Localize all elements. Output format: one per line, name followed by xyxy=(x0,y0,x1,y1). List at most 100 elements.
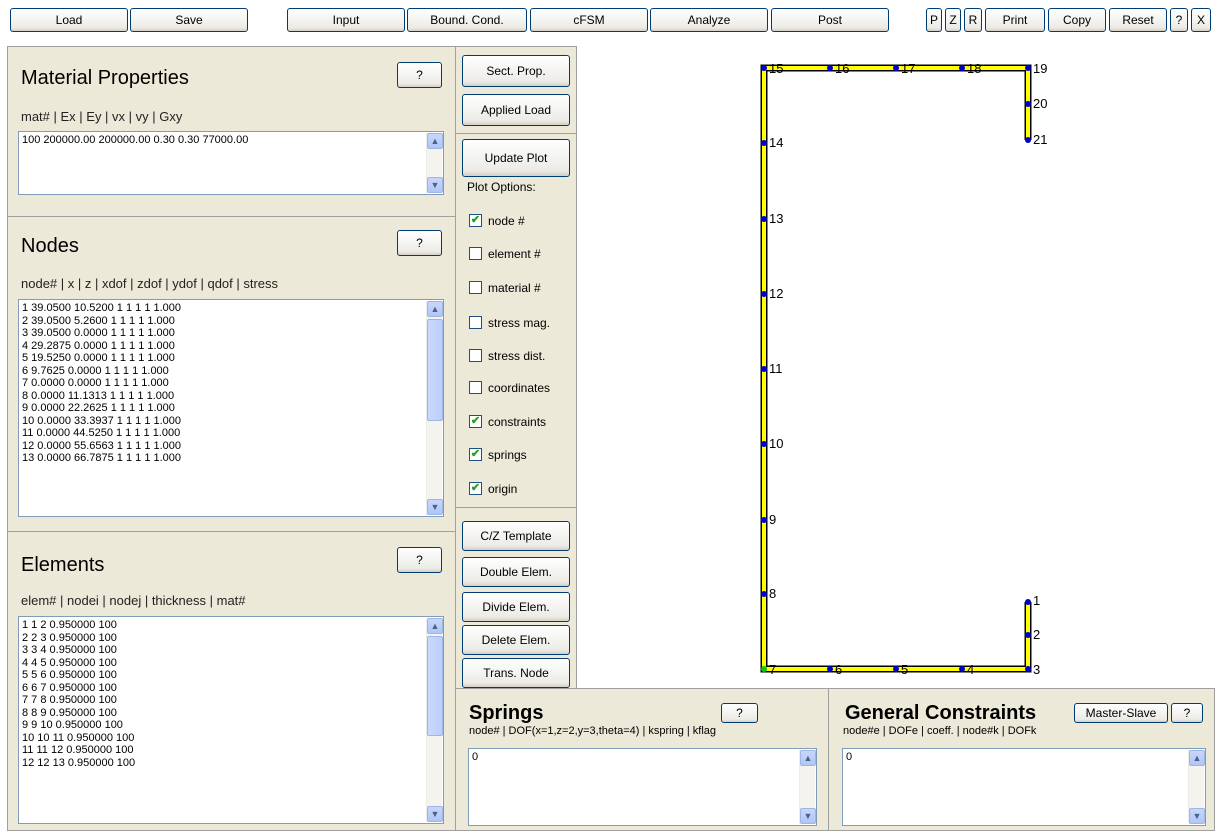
rotate-button[interactable]: R xyxy=(964,8,982,32)
checkbox-icon[interactable] xyxy=(469,247,482,260)
scroll-down-icon[interactable]: ▼ xyxy=(427,806,443,822)
node-marker[interactable] xyxy=(1025,137,1031,143)
node-marker[interactable] xyxy=(761,366,767,372)
list-item: 7 0.0000 0.0000 1 1 1 1 1.000 xyxy=(22,377,169,389)
node-marker[interactable] xyxy=(1025,101,1031,107)
list-item: 2 2 3 0.950000 100 xyxy=(22,631,117,644)
copy-button[interactable]: Copy xyxy=(1048,8,1106,32)
save-button[interactable]: Save xyxy=(130,8,248,32)
cfsm-button[interactable]: cFSM xyxy=(530,8,648,32)
load-button[interactable]: Load xyxy=(10,8,128,32)
scroll-up-icon[interactable]: ▲ xyxy=(427,301,443,317)
scroll-down-icon[interactable]: ▼ xyxy=(1189,808,1205,824)
scroll-down-icon[interactable]: ▼ xyxy=(800,808,816,824)
springs-help-button[interactable]: ? xyxy=(721,703,758,723)
node-marker[interactable] xyxy=(1025,65,1031,71)
scroll-up-icon[interactable]: ▲ xyxy=(427,133,443,149)
double-elem-button[interactable]: Double Elem. xyxy=(462,557,570,587)
material-header: mat# | Ex | Ey | vx | vy | Gxy xyxy=(21,109,183,124)
constraints-input[interactable]: 0 ▲ ▼ xyxy=(842,748,1206,826)
divide-elem-button[interactable]: Divide Elem. xyxy=(462,592,570,622)
node-marker[interactable] xyxy=(1025,632,1031,638)
checkbox-icon[interactable]: ✔ xyxy=(469,214,482,227)
scroll-thumb[interactable] xyxy=(427,636,443,736)
analyze-button[interactable]: Analyze xyxy=(650,8,768,32)
scroll-up-icon[interactable]: ▲ xyxy=(1189,750,1205,766)
checkbox-icon[interactable] xyxy=(469,381,482,394)
elements-header: elem# | nodei | nodej | thickness | mat# xyxy=(21,593,246,608)
node-marker[interactable] xyxy=(761,140,767,146)
zoom-button[interactable]: Z xyxy=(945,8,961,32)
checkbox-icon[interactable] xyxy=(469,316,482,329)
node-marker[interactable] xyxy=(761,291,767,297)
node-marker[interactable] xyxy=(1025,666,1031,672)
node-marker[interactable] xyxy=(1025,599,1031,605)
list-item: 1 1 2 0.950000 100 xyxy=(22,619,117,631)
section-plot[interactable] xyxy=(578,46,1219,689)
checkbox-label: stress mag. xyxy=(488,316,551,330)
help-button[interactable]: ? xyxy=(1170,8,1188,32)
list-item: 100 200000.00 200000.00 0.30 0.30 77000.… xyxy=(22,134,249,146)
springs-input[interactable]: 0 ▲ ▼ xyxy=(468,748,817,826)
scroll-up-icon[interactable]: ▲ xyxy=(427,618,443,634)
post-button[interactable]: Post xyxy=(771,8,889,32)
elements-list[interactable]: 1 1 2 0.950000 100 2 2 3 0.950000 100 3 … xyxy=(18,616,444,824)
nodes-scrollbar[interactable]: ▲ ▼ xyxy=(426,301,443,515)
delete-elem-button[interactable]: Delete Elem. xyxy=(462,625,570,655)
checkbox-icon[interactable]: ✔ xyxy=(469,448,482,461)
node-label: 6 xyxy=(835,662,843,677)
nodes-list[interactable]: 1 39.0500 10.5200 1 1 1 1 1.000 2 39.050… xyxy=(18,299,444,517)
bound-cond-button[interactable]: Bound. Cond. xyxy=(407,8,527,32)
node-marker[interactable] xyxy=(827,666,833,672)
master-slave-button[interactable]: Master-Slave xyxy=(1074,703,1168,723)
scroll-thumb[interactable] xyxy=(427,319,443,421)
list-item: 6 6 7 0.950000 100 xyxy=(22,681,117,694)
node-marker[interactable] xyxy=(761,65,767,71)
update-plot-button[interactable]: Update Plot xyxy=(462,139,570,177)
checkbox-label: springs xyxy=(488,448,527,462)
cz-template-button[interactable]: C/Z Template xyxy=(462,521,570,551)
print-button[interactable]: Print xyxy=(985,8,1045,32)
divider xyxy=(456,133,576,134)
constraints-help-button[interactable]: ? xyxy=(1171,703,1203,723)
list-item: 5 19.5250 0.0000 1 1 1 1 1.000 xyxy=(22,352,175,364)
node-marker[interactable] xyxy=(959,666,965,672)
scroll-down-icon[interactable]: ▼ xyxy=(427,499,443,515)
material-help-button[interactable]: ? xyxy=(397,62,442,88)
node-marker[interactable] xyxy=(761,591,767,597)
material-list[interactable]: 100 200000.00 200000.00 0.30 0.30 77000.… xyxy=(18,131,444,195)
nodes-panel: Nodes ? node# | x | z | xdof | zdof | yd… xyxy=(7,216,456,532)
checkbox-icon[interactable]: ✔ xyxy=(469,482,482,495)
sect-prop-button[interactable]: Sect. Prop. xyxy=(462,55,570,87)
constraints-panel: General Constraints Master-Slave ? node#… xyxy=(828,688,1215,831)
trans-node-button[interactable]: Trans. Node xyxy=(462,658,570,688)
material-scrollbar[interactable]: ▲ ▼ xyxy=(426,133,443,193)
nodes-help-button[interactable]: ? xyxy=(397,230,442,256)
node-marker[interactable] xyxy=(761,441,767,447)
reset-button[interactable]: Reset xyxy=(1109,8,1167,32)
elements-scrollbar[interactable]: ▲ ▼ xyxy=(426,618,443,822)
elements-help-button[interactable]: ? xyxy=(397,547,442,573)
pan-button[interactable]: P xyxy=(926,8,942,32)
checkbox-label: element # xyxy=(488,247,541,261)
constraints-scrollbar[interactable]: ▲ ▼ xyxy=(1188,750,1205,824)
material-panel: Material Properties ? mat# | Ex | Ey | v… xyxy=(7,46,456,217)
plot-area[interactable]: 1 2 3 4 5 6 7 8 9 10 11 12 13 14 15 16 1… xyxy=(578,46,1219,689)
input-button[interactable]: Input xyxy=(287,8,405,32)
node-marker[interactable] xyxy=(893,65,899,71)
close-button[interactable]: X xyxy=(1191,8,1211,32)
node-marker[interactable] xyxy=(893,666,899,672)
node-label: 10 xyxy=(769,436,784,451)
scroll-up-icon[interactable]: ▲ xyxy=(800,750,816,766)
node-label: 20 xyxy=(1033,96,1048,111)
scroll-down-icon[interactable]: ▼ xyxy=(427,177,443,193)
checkbox-icon[interactable] xyxy=(469,349,482,362)
checkbox-icon[interactable]: ✔ xyxy=(469,415,482,428)
checkbox-icon[interactable] xyxy=(469,281,482,294)
springs-scrollbar[interactable]: ▲ ▼ xyxy=(799,750,816,824)
node-marker[interactable] xyxy=(761,517,767,523)
node-marker[interactable] xyxy=(959,65,965,71)
node-marker[interactable] xyxy=(827,65,833,71)
applied-load-button[interactable]: Applied Load xyxy=(462,94,570,126)
node-marker[interactable] xyxy=(761,216,767,222)
